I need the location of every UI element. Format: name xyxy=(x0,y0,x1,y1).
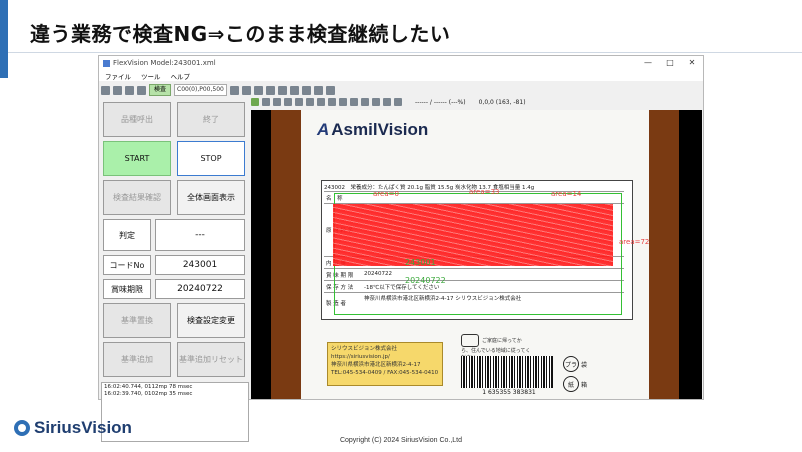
hand-icon[interactable] xyxy=(251,98,259,106)
company-logo: SiriusVision xyxy=(14,418,132,438)
paper-symbol-label: 箱 xyxy=(581,382,588,389)
zoom-in-icon[interactable] xyxy=(262,98,270,106)
record-icon[interactable] xyxy=(361,98,369,106)
window-controls: — □ ✕ xyxy=(637,56,703,70)
area-label: area=72 xyxy=(619,238,650,246)
expiry-value: 20240722 xyxy=(155,279,245,299)
plastic-symbol-label: 袋 xyxy=(581,362,588,369)
layers-icon[interactable] xyxy=(277,85,287,95)
color-icon[interactable] xyxy=(350,98,358,106)
log-line: 16:02:39.740, 0102mp 35 msec xyxy=(104,391,193,397)
slide-divider xyxy=(8,52,802,53)
target-icon[interactable] xyxy=(372,98,380,106)
settings-icon[interactable] xyxy=(265,85,275,95)
camera-icon[interactable] xyxy=(301,85,311,95)
area-label: area=14 xyxy=(551,190,582,198)
product-call-button[interactable]: 品種呼出 xyxy=(103,102,171,137)
coord-readout: 0,0,0 (163, -81) xyxy=(478,98,526,106)
expiry-readout: 20240722 xyxy=(405,276,446,285)
menu-bar: ファイル ツール ヘルプ xyxy=(99,70,703,81)
menu-file[interactable]: ファイル xyxy=(105,71,131,81)
barcode xyxy=(461,356,553,388)
app-window: FlexVision Model:243001.xml — □ ✕ ファイル ツ… xyxy=(98,55,704,442)
logo-text: SiriusVision xyxy=(34,418,132,437)
area-label: area=33 xyxy=(469,188,500,196)
base-add-button[interactable]: 基準追加 xyxy=(103,342,171,377)
ratio-readout: ------ / ------ (---%) xyxy=(415,98,466,106)
menu-help[interactable]: ヘルプ xyxy=(171,71,191,81)
stop-button[interactable]: STOP xyxy=(177,141,245,176)
result-check-button[interactable]: 検査結果確認 xyxy=(103,180,171,215)
zoom-out-icon[interactable] xyxy=(273,98,281,106)
compare-icon[interactable] xyxy=(328,98,336,106)
expiry-label: 賞味期限 xyxy=(103,279,151,299)
conveyor-left xyxy=(271,110,301,399)
fullscreen-button[interactable]: 全体画面表示 xyxy=(177,180,245,215)
inspection-settings-button[interactable]: 検査設定変更 xyxy=(177,303,245,338)
coords-field: C00(0),P00,500 xyxy=(174,84,227,96)
base-add-reset-button[interactable]: 基準追加リセット xyxy=(177,342,245,377)
finish-button[interactable]: 終了 xyxy=(177,102,245,137)
grid-icon[interactable] xyxy=(125,85,134,95)
slide-accent-bar xyxy=(0,0,8,78)
judgement-value: --- xyxy=(155,219,245,251)
log-line: 16:02:40.744, 0112mp 78 msec xyxy=(104,384,193,390)
image-icon[interactable] xyxy=(289,85,299,95)
select-icon[interactable] xyxy=(306,98,314,106)
save-icon[interactable] xyxy=(113,85,122,95)
barcode-number: 1 635355 383831 xyxy=(459,389,559,396)
code-value: 243001 xyxy=(155,255,245,275)
area-label: area=0 xyxy=(373,190,399,198)
mode-tag[interactable]: 検査 xyxy=(149,84,172,96)
new-icon[interactable] xyxy=(101,85,110,95)
brand-logo: A AsmilVision xyxy=(317,120,429,139)
undo-icon[interactable] xyxy=(313,85,323,95)
base-replace-button[interactable]: 基準置換 xyxy=(103,303,171,338)
fit-icon[interactable] xyxy=(284,98,292,106)
start-button[interactable]: START xyxy=(103,141,171,176)
code-readout: 243001 xyxy=(405,258,436,267)
judgement-label: 判定 xyxy=(103,219,151,251)
company-note-box: シリウスビジョン株式会社 https://siriusvision.jp/ 神奈… xyxy=(327,342,443,386)
slide-title: 違う業務で検査NG⇒このまま検査継続したい xyxy=(30,22,451,46)
paper-symbol-icon: 紙 xyxy=(563,376,579,392)
minimize-button[interactable]: — xyxy=(637,56,659,70)
copyright: Copyright (C) 2024 SiriusVision Co.,Ltd xyxy=(339,437,463,444)
rect-icon[interactable] xyxy=(295,98,303,106)
image-viewer[interactable]: A AsmilVision 243002 栄養成分：たんぱく質 20.1g 脂質 … xyxy=(251,110,702,399)
close-button[interactable]: ✕ xyxy=(681,56,703,70)
window-title: FlexVision Model:243001.xml xyxy=(113,59,216,67)
comment-icon[interactable] xyxy=(339,98,347,106)
window-titlebar: FlexVision Model:243001.xml — □ ✕ xyxy=(99,56,703,70)
plastic-symbol-icon: プラ xyxy=(563,356,579,372)
frame-icon[interactable] xyxy=(325,85,335,95)
barcode-icon[interactable] xyxy=(137,85,146,95)
paste-icon[interactable] xyxy=(241,85,251,95)
code-label: コードNo xyxy=(103,255,151,275)
tool-icon[interactable] xyxy=(383,98,391,106)
product-label-image: A AsmilVision 243002 栄養成分：たんぱく質 20.1g 脂質 … xyxy=(301,110,649,399)
measure-icon[interactable] xyxy=(317,98,325,106)
conveyor-right xyxy=(649,110,679,399)
app-icon xyxy=(103,59,110,67)
viewer-toolbar: ------ / ------ (---%) 0,0,0 (163, -81) xyxy=(251,95,701,109)
logo-mark-icon xyxy=(14,420,30,436)
menu-tools[interactable]: ツール xyxy=(141,71,161,81)
copy-icon[interactable] xyxy=(229,85,239,95)
delete-icon[interactable] xyxy=(253,85,263,95)
recycle-icon xyxy=(461,334,479,347)
maximize-button[interactable]: □ xyxy=(659,56,681,70)
ng-highlight xyxy=(333,204,613,266)
crop-icon[interactable] xyxy=(394,98,402,106)
recycle-notice: ご家庭に帰ってから、住んでいる地域に従ってください xyxy=(461,334,531,361)
